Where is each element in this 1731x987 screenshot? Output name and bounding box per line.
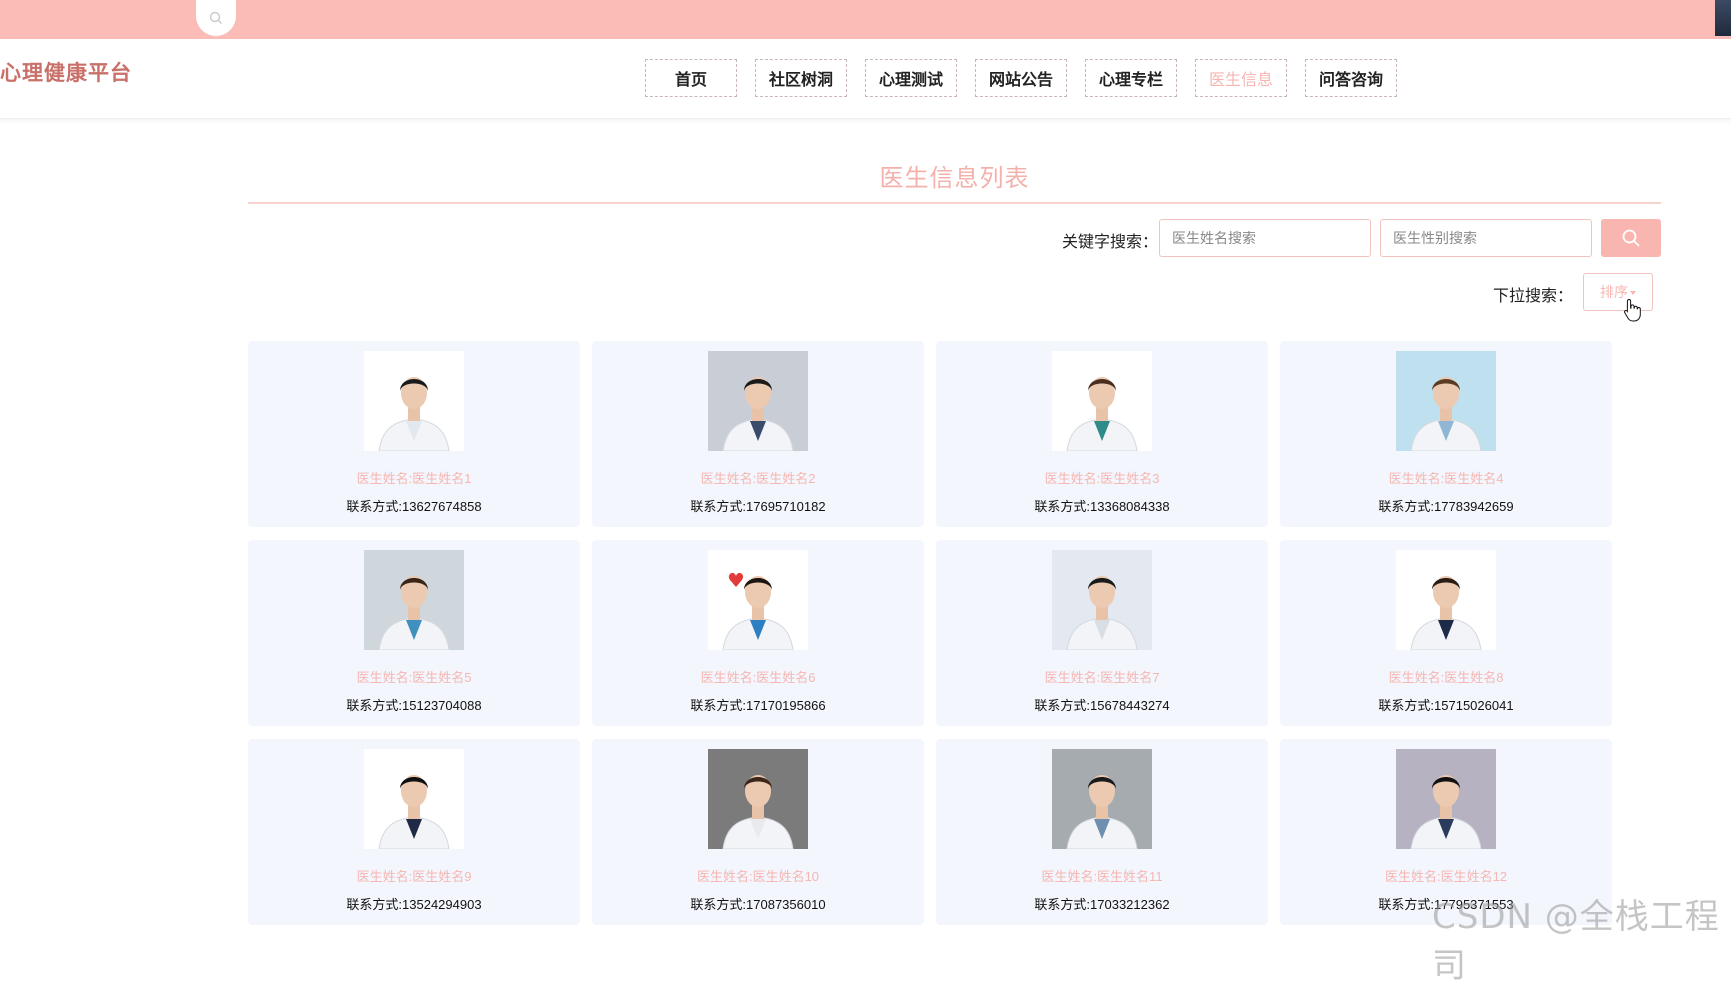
title-divider	[248, 202, 1661, 204]
doctor-card[interactable]: 医生姓名:医生姓名4 联系方式:17783942659	[1280, 341, 1612, 527]
doctor-card[interactable]: 医生姓名:医生姓名3 联系方式:13368084338	[936, 341, 1268, 527]
sort-dropdown[interactable]: 排序	[1583, 273, 1653, 311]
top-search-button[interactable]	[196, 0, 236, 36]
doctor-card[interactable]: 医生姓名:医生姓名9 联系方式:13524294903	[248, 739, 580, 925]
doctor-card[interactable]: 医生姓名:医生姓名6 联系方式:17170195866	[592, 540, 924, 726]
doctor-phone: 联系方式:15715026041	[1378, 698, 1514, 713]
nav-home[interactable]: 首页	[645, 59, 737, 97]
nav-community[interactable]: 社区树洞	[755, 59, 847, 97]
doctor-photo[interactable]	[708, 351, 808, 451]
top-bar	[0, 0, 1731, 39]
doctor-card[interactable]: 医生姓名:医生姓名10 联系方式:17087356010	[592, 739, 924, 925]
doctor-card[interactable]: 医生姓名:医生姓名7 联系方式:15678443274	[936, 540, 1268, 726]
doctor-phone: 联系方式:15678443274	[1034, 698, 1170, 713]
doctor-name: 医生姓名:医生姓名2	[700, 471, 816, 486]
doctor-photo[interactable]	[1052, 550, 1152, 650]
doctor-photo[interactable]	[708, 550, 808, 650]
doctor-card[interactable]: 医生姓名:医生姓名11 联系方式:17033212362	[936, 739, 1268, 925]
page-title: 医生信息列表	[879, 164, 1030, 192]
doctor-name: 医生姓名:医生姓名9	[356, 869, 472, 884]
nav-psych-test[interactable]: 心理测试	[865, 59, 957, 97]
doctor-phone: 联系方式:17695710182	[690, 499, 826, 514]
main-nav: 首页 社区树洞 心理测试 网站公告 心理专栏 医生信息 问答咨询	[645, 59, 1397, 97]
doctor-name: 医生姓名:医生姓名6	[700, 670, 816, 685]
doctor-photo[interactable]	[364, 550, 464, 650]
caret-down-icon	[1630, 291, 1636, 295]
hand-cursor-icon	[1624, 298, 1641, 322]
keyword-search-label: 关键字搜索：	[1062, 232, 1159, 251]
dropdown-search-label: 下拉搜索：	[1493, 286, 1574, 305]
doctor-phone: 联系方式:17087356010	[690, 897, 826, 912]
doctor-phone: 联系方式:15123704088	[346, 698, 482, 713]
doctor-card[interactable]: 医生姓名:医生姓名8 联系方式:15715026041	[1280, 540, 1612, 726]
doctor-card[interactable]: 医生姓名:医生姓名2 联系方式:17695710182	[592, 341, 924, 527]
doctor-name-search-input[interactable]	[1159, 219, 1371, 257]
avatar[interactable]	[1715, 0, 1731, 36]
nav-qa[interactable]: 问答咨询	[1305, 59, 1397, 97]
doctor-phone: 联系方式:17170195866	[690, 698, 826, 713]
search-icon	[209, 11, 222, 24]
site-logo[interactable]: 心理健康平台	[0, 57, 132, 87]
doctor-phone: 联系方式:17033212362	[1034, 897, 1170, 912]
doctor-card[interactable]: 医生姓名:医生姓名5 联系方式:15123704088	[248, 540, 580, 726]
doctor-phone: 联系方式:17783942659	[1378, 499, 1514, 514]
doctor-name: 医生姓名:医生姓名7	[1044, 670, 1160, 685]
doctor-photo[interactable]	[364, 749, 464, 849]
doctor-photo[interactable]	[1396, 749, 1496, 849]
doctor-name: 医生姓名:医生姓名5	[356, 670, 472, 685]
doctor-phone: 联系方式:13524294903	[346, 897, 482, 912]
nav-column[interactable]: 心理专栏	[1085, 59, 1177, 97]
doctor-name: 医生姓名:医生姓名11	[1041, 869, 1163, 884]
doctor-photo[interactable]	[708, 749, 808, 849]
doctor-name: 医生姓名:医生姓名8	[1388, 670, 1504, 685]
doctor-phone: 联系方式:13368084338	[1034, 499, 1170, 514]
doctor-name: 医生姓名:医生姓名10	[696, 869, 820, 884]
doctor-photo[interactable]	[1396, 550, 1496, 650]
watermark: CSDN @全栈工程司	[1432, 897, 1720, 986]
doctor-card[interactable]: 医生姓名:医生姓名1 联系方式:13627674858	[248, 341, 580, 527]
doctor-photo[interactable]	[1052, 749, 1152, 849]
nav-announcements[interactable]: 网站公告	[975, 59, 1067, 97]
doctor-photo[interactable]	[1396, 351, 1496, 451]
doctor-name: 医生姓名:医生姓名4	[1388, 471, 1504, 486]
doctor-name: 医生姓名:医生姓名3	[1044, 471, 1160, 486]
doctor-phone: 联系方式:13627674858	[346, 499, 482, 514]
doctor-grid: 医生姓名:医生姓名1 联系方式:13627674858 医生姓名:医生姓名2 联…	[248, 341, 1612, 925]
nav-doctor-info[interactable]: 医生信息	[1195, 59, 1287, 97]
search-icon	[1622, 229, 1640, 247]
doctor-photo[interactable]	[364, 351, 464, 451]
doctor-name: 医生姓名:医生姓名1	[356, 471, 472, 486]
doctor-name: 医生姓名:医生姓名12	[1384, 869, 1508, 884]
doctor-photo[interactable]	[1052, 351, 1152, 451]
doctor-gender-search-input[interactable]	[1380, 219, 1592, 257]
header: 心理健康平台 首页 社区树洞 心理测试 网站公告 心理专栏 医生信息 问答咨询	[0, 39, 1731, 119]
search-button[interactable]	[1601, 219, 1661, 257]
